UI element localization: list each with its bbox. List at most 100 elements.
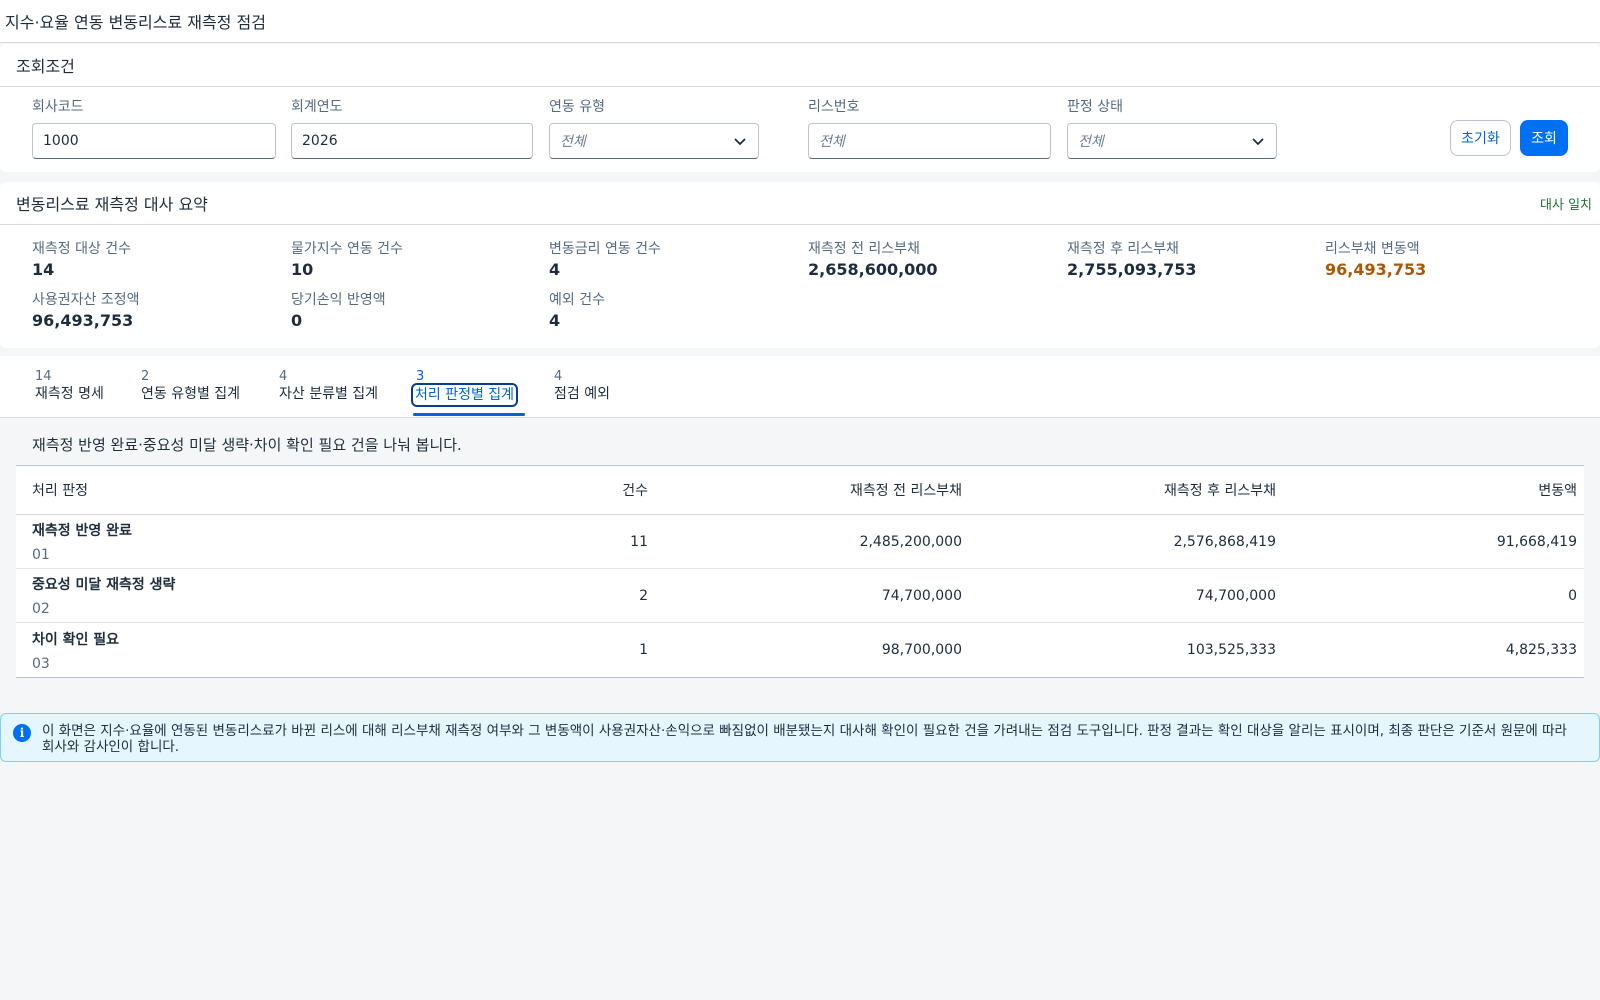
kpi-exception-count: 예외 건수 4 bbox=[549, 289, 605, 330]
table-row[interactable]: 중요성 미달 재측정 생략 02 2 74,700,000 74,700,000… bbox=[16, 569, 1584, 623]
chevron-down-icon bbox=[1252, 138, 1264, 146]
before-cell: 2,485,200,000 bbox=[859, 533, 962, 550]
judgement-code: 02 bbox=[32, 601, 50, 617]
judgement-status-selected-value: 전체 bbox=[1078, 134, 1104, 150]
kpi-value: 14 bbox=[32, 260, 55, 279]
page-header: 지수·요율 연동 변동리스료 재측정 점검 bbox=[0, 0, 1600, 43]
judgement-status-field: 판정 상태 전체 bbox=[1067, 96, 1277, 159]
column-header-before[interactable]: 재측정 전 리스부채 bbox=[656, 480, 970, 500]
after-cell: 103,525,333 bbox=[1186, 642, 1276, 658]
kpi-value: 96,493,753 bbox=[1325, 260, 1427, 279]
kpi-profit-loss: 당기손익 반영액 0 bbox=[291, 289, 386, 330]
judgement-name: 중요성 미달 재측정 생략 bbox=[32, 577, 176, 593]
change-cell: 0 bbox=[1568, 587, 1577, 604]
before-cell: 74,700,000 bbox=[881, 587, 962, 604]
page-title: 지수·요율 연동 변동리스료 재측정 점검 bbox=[5, 13, 266, 32]
kpi-liability-before: 재측정 전 리스부채 2,658,600,000 bbox=[808, 238, 938, 279]
column-header-count[interactable]: 건수 bbox=[496, 480, 656, 500]
column-header-change[interactable]: 변동액 bbox=[1284, 480, 1584, 500]
judgement-status-label: 판정 상태 bbox=[1067, 99, 1123, 115]
filter-panel: 조회조건 회사코드 1000 회계연도 2026 연동 유형 전체 리스번호 전… bbox=[0, 44, 1600, 172]
company-code-input[interactable]: 1000 bbox=[32, 123, 276, 159]
kpi-value: 96,493,753 bbox=[32, 311, 134, 330]
tab-judgement-summary[interactable]: 3 처리 판정별 집계 bbox=[410, 369, 519, 410]
link-type-label: 연동 유형 bbox=[549, 99, 605, 115]
kpi-target-count: 재측정 대상 건수 14 bbox=[32, 238, 131, 279]
kpi-label: 재측정 대상 건수 bbox=[32, 241, 132, 257]
tab-check-exceptions[interactable]: 4 점검 예외 bbox=[554, 370, 610, 410]
kpi-value: 0 bbox=[291, 311, 303, 330]
tab-count: 2 bbox=[141, 369, 150, 384]
kpi-variable-rate-count: 변동금리 연동 건수 4 bbox=[549, 238, 661, 279]
summary-panel-title: 변동리스료 재측정 대사 요약 bbox=[16, 195, 208, 214]
fiscal-year-label: 회계연도 bbox=[291, 99, 343, 115]
table-header-row: 처리 판정 건수 재측정 전 리스부채 재측정 후 리스부채 변동액 bbox=[16, 466, 1584, 515]
kpi-label: 리스부채 변동액 bbox=[1325, 241, 1420, 257]
tab-remeasurement-detail[interactable]: 14 재측정 명세 bbox=[35, 370, 104, 410]
kpi-value: 4 bbox=[549, 311, 561, 330]
link-type-select[interactable]: 전체 bbox=[549, 123, 759, 159]
summary-panel-header: 변동리스료 재측정 대사 요약 대사 일치 bbox=[0, 182, 1600, 225]
kpi-label: 재측정 전 리스부채 bbox=[808, 241, 920, 257]
table-row[interactable]: 재측정 반영 완료 01 11 2,485,200,000 2,576,868,… bbox=[16, 515, 1584, 569]
judgement-code: 03 bbox=[32, 655, 50, 672]
judgement-summary-table: 처리 판정 건수 재측정 전 리스부채 재측정 후 리스부채 변동액 재측정 반… bbox=[16, 465, 1584, 678]
kpi-value: 2,658,600,000 bbox=[808, 260, 938, 279]
tab-label: 처리 판정별 집계 bbox=[410, 383, 519, 407]
lease-number-field: 리스번호 전체 bbox=[808, 96, 1051, 159]
judgement-cell: 중요성 미달 재측정 생략 02 bbox=[16, 574, 496, 617]
company-code-field: 회사코드 1000 bbox=[32, 96, 276, 159]
link-type-selected-value: 전체 bbox=[560, 134, 586, 150]
judgement-name: 차이 확인 필요 bbox=[32, 631, 120, 648]
kpi-label: 당기손익 반영액 bbox=[291, 292, 386, 308]
kpi-liability-after: 재측정 후 리스부채 2,755,093,753 bbox=[1067, 238, 1197, 279]
tab-bar: 14 재측정 명세 2 연동 유형별 집계 4 자산 분류별 집계 3 처리 판… bbox=[0, 356, 1600, 418]
reset-button[interactable]: 초기화 bbox=[1450, 120, 1511, 156]
kpi-label: 변동금리 연동 건수 bbox=[549, 241, 661, 257]
judgement-code: 01 bbox=[32, 547, 50, 563]
tab-count: 14 bbox=[35, 369, 52, 384]
kpi-price-index-count: 물가지수 연동 건수 10 bbox=[291, 238, 403, 279]
filter-panel-title: 조회조건 bbox=[16, 57, 75, 76]
tab-asset-class-summary[interactable]: 4 자산 분류별 집계 bbox=[279, 370, 378, 410]
fiscal-year-field: 회계연도 2026 bbox=[291, 96, 533, 159]
company-code-label: 회사코드 bbox=[32, 99, 84, 115]
search-button[interactable]: 조회 bbox=[1520, 120, 1568, 156]
kpi-label: 물가지수 연동 건수 bbox=[291, 241, 403, 257]
info-message-strip: i 이 화면은 지수·요율에 연동된 변동리스료가 바뀐 리스에 대해 리스부채… bbox=[0, 713, 1600, 762]
table-row[interactable]: 차이 확인 필요 03 1 98,700,000 103,525,333 4,8… bbox=[16, 623, 1584, 677]
tab-label: 연동 유형별 집계 bbox=[141, 386, 241, 402]
after-cell: 2,576,868,419 bbox=[1173, 533, 1276, 550]
tab-count: 4 bbox=[554, 369, 563, 384]
kpi-label: 예외 건수 bbox=[549, 292, 605, 308]
change-cell: 91,668,419 bbox=[1496, 533, 1577, 550]
kpi-liability-change: 리스부채 변동액 96,493,753 bbox=[1325, 238, 1426, 279]
filter-panel-header: 조회조건 bbox=[0, 44, 1600, 87]
kpi-label: 사용권자산 조정액 bbox=[32, 292, 140, 308]
kpi-value: 10 bbox=[291, 260, 314, 279]
judgement-cell: 재측정 반영 완료 01 bbox=[16, 520, 496, 563]
kpi-value: 4 bbox=[549, 260, 561, 279]
before-cell: 98,700,000 bbox=[881, 642, 962, 658]
active-tab-indicator bbox=[413, 413, 525, 416]
kpi-rou-asset-adjustment: 사용권자산 조정액 96,493,753 bbox=[32, 289, 140, 330]
judgement-cell: 차이 확인 필요 03 bbox=[16, 629, 496, 672]
lease-number-input[interactable]: 전체 bbox=[808, 123, 1051, 159]
info-icon: i bbox=[13, 724, 31, 742]
judgement-status-select[interactable]: 전체 bbox=[1067, 123, 1277, 159]
count-cell: 2 bbox=[639, 587, 648, 604]
column-header-judgement[interactable]: 처리 판정 bbox=[16, 480, 496, 500]
tab-count: 3 bbox=[416, 369, 425, 384]
after-cell: 74,700,000 bbox=[1195, 587, 1276, 604]
change-cell: 4,825,333 bbox=[1505, 642, 1577, 658]
judgement-name: 재측정 반영 완료 bbox=[32, 523, 132, 539]
tab-link-type-summary[interactable]: 2 연동 유형별 집계 bbox=[141, 370, 240, 410]
fiscal-year-input[interactable]: 2026 bbox=[291, 123, 533, 159]
link-type-field: 연동 유형 전체 bbox=[549, 96, 759, 159]
lease-number-label: 리스번호 bbox=[808, 99, 860, 115]
reconciliation-status-badge: 대사 일치 bbox=[1540, 197, 1592, 213]
count-cell: 1 bbox=[639, 642, 648, 658]
chevron-down-icon bbox=[734, 138, 746, 146]
kpi-value: 2,755,093,753 bbox=[1067, 260, 1197, 279]
column-header-after[interactable]: 재측정 후 리스부채 bbox=[970, 480, 1284, 500]
